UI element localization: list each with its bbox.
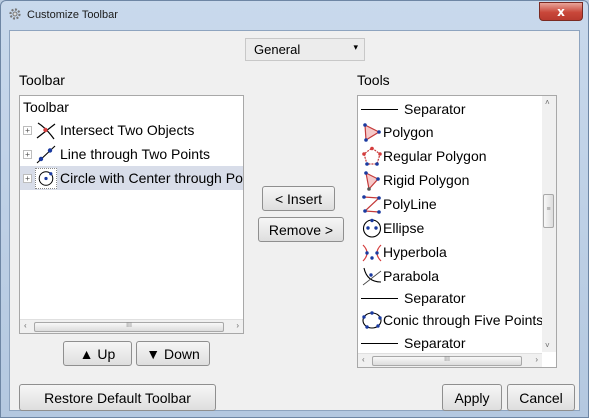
cancel-label: Cancel [519, 389, 563, 406]
scroll-up-icon[interactable]: ˄ [545, 98, 550, 107]
close-icon: x [557, 4, 565, 19]
tools-section-label: Tools [357, 72, 390, 88]
polygon-icon [363, 123, 381, 142]
insert-button[interactable]: < Insert [262, 186, 335, 211]
title-bar[interactable]: Customize Toolbar x [1, 1, 588, 29]
apply-button[interactable]: Apply [442, 384, 502, 411]
scrollbar-grip: III [126, 322, 132, 329]
scroll-right-icon[interactable]: › [535, 355, 538, 364]
scrollbar-grip: ≡ [546, 206, 551, 213]
tree-item-line-through-two-points[interactable]: + Line through Two Points [20, 142, 243, 166]
polyline-icon [362, 195, 381, 214]
scroll-left-icon[interactable]: ‹ [24, 321, 27, 330]
dialog-body: General ▾ Toolbar Toolbar + Intersect Tw… [9, 30, 580, 411]
separator-line [361, 343, 398, 344]
tree-root-label: Toolbar [23, 99, 69, 115]
cancel-button[interactable]: Cancel [507, 384, 575, 411]
move-down-button[interactable]: ▼ Down [136, 341, 210, 366]
list-item-polygon[interactable]: Polygon [358, 120, 556, 144]
tool-label: Rigid Polygon [383, 172, 470, 188]
tool-label: Ellipse [383, 220, 425, 236]
list-item-hyperbola[interactable]: Hyperbola [358, 240, 556, 264]
expand-icon[interactable]: + [23, 126, 32, 135]
list-item-ellipse[interactable]: Ellipse [358, 216, 556, 240]
circle-center-point-icon [35, 168, 57, 189]
expand-icon[interactable]: + [23, 174, 32, 183]
move-down-label: ▼ Down [146, 345, 200, 362]
scrollbar-thumb[interactable]: ≡ [543, 194, 554, 228]
tool-label: Separator [404, 335, 466, 351]
category-dropdown[interactable]: General ▾ [245, 38, 365, 61]
category-dropdown-value: General [254, 42, 301, 57]
rigid-polygon-icon [364, 171, 380, 191]
chevron-down-icon: ▾ [353, 42, 358, 52]
tree-item-label: Intersect Two Objects [60, 122, 195, 138]
parabola-icon [362, 267, 382, 286]
remove-button[interactable]: Remove > [258, 217, 344, 242]
list-item-separator[interactable]: Separator [358, 98, 556, 122]
settings-gear-icon [9, 8, 21, 20]
separator-line [361, 298, 398, 299]
tree-item-label: Circle with Center through Point [60, 170, 244, 186]
close-button[interactable]: x [539, 2, 583, 21]
expand-icon[interactable]: + [23, 150, 32, 159]
list-item-parabola[interactable]: Parabola [358, 264, 556, 288]
tool-label: Conic through Five Points [383, 312, 544, 328]
restore-default-toolbar-button[interactable]: Restore Default Toolbar [19, 384, 216, 411]
scrollbar-thumb[interactable]: III [34, 322, 224, 332]
tree-item-label: Line through Two Points [60, 146, 210, 162]
remove-label: Remove > [268, 221, 334, 238]
tree-item-intersect-two-objects[interactable]: + Intersect Two Objects [20, 118, 243, 142]
tree-item-circle-center-point[interactable]: + Circle with Center through Point [20, 166, 243, 190]
line-through-two-points-icon [36, 145, 56, 164]
toolbar-section-label: Toolbar [19, 72, 65, 88]
list-item-polyline[interactable]: PolyLine [358, 192, 556, 216]
restore-default-label: Restore Default Toolbar [44, 389, 191, 406]
tool-label: Regular Polygon [383, 148, 487, 164]
insert-label: < Insert [274, 190, 323, 207]
tool-label: Separator [404, 290, 466, 306]
move-up-label: ▲ Up [79, 345, 116, 362]
tools-horizontal-scrollbar[interactable]: ‹ III › [358, 353, 542, 367]
tree-horizontal-scrollbar[interactable]: ‹ III › [20, 319, 243, 333]
regular-polygon-icon [362, 146, 382, 166]
tool-label: Separator [404, 101, 466, 117]
separator-line [361, 109, 398, 110]
tool-label: PolyLine [383, 196, 437, 212]
customize-toolbar-window: Customize Toolbar x General ▾ Toolbar To… [0, 0, 589, 418]
toolbar-tree[interactable]: Toolbar + Intersect Two Objects + Line t… [19, 95, 244, 334]
tools-list[interactable]: Separator Polygon Regular Polygon Rigid … [357, 95, 557, 368]
window-title: Customize Toolbar [27, 9, 118, 21]
scrollbar-grip: III [444, 356, 450, 363]
intersect-two-objects-icon [36, 122, 56, 140]
list-item-rigid-polygon[interactable]: Rigid Polygon [358, 168, 556, 192]
ellipse-icon [362, 218, 382, 238]
tool-label: Hyperbola [383, 244, 447, 260]
list-item-conic-five-points[interactable]: Conic through Five Points [358, 308, 556, 332]
tool-label: Parabola [383, 268, 440, 284]
scrollbar-thumb[interactable]: III [372, 356, 522, 366]
apply-label: Apply [454, 389, 490, 406]
scroll-down-icon[interactable]: ˅ [545, 341, 550, 350]
tool-label: Polygon [383, 124, 434, 140]
scroll-right-icon[interactable]: › [236, 321, 239, 330]
tools-vertical-scrollbar[interactable]: ˄ ≡ ˅ [542, 96, 556, 352]
move-up-button[interactable]: ▲ Up [63, 341, 132, 366]
scroll-left-icon[interactable]: ‹ [362, 355, 365, 364]
conic-five-points-icon [362, 311, 382, 329]
list-item-regular-polygon[interactable]: Regular Polygon [358, 144, 556, 168]
hyperbola-icon [362, 244, 382, 262]
